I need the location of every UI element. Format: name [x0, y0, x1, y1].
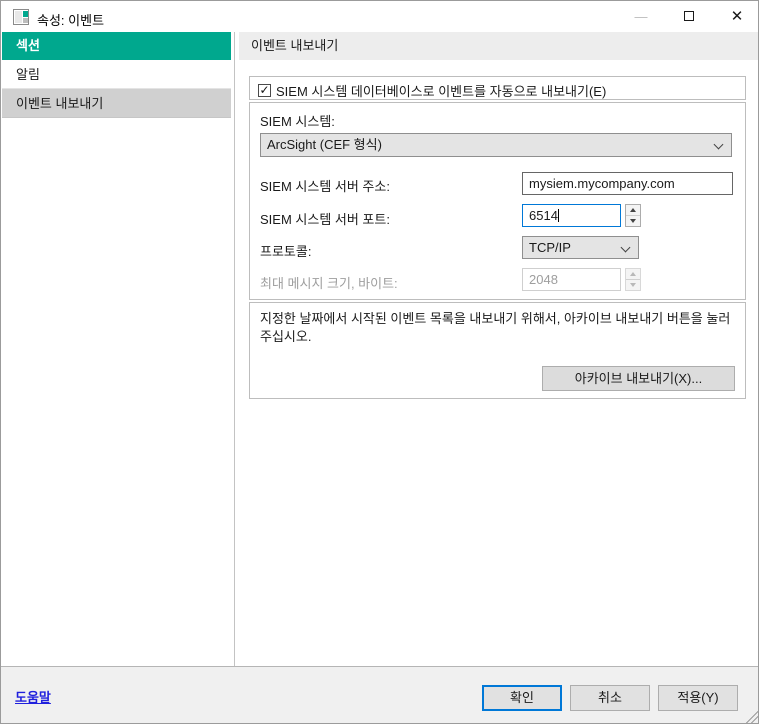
- text-caret: [557, 209, 559, 222]
- auto-export-row[interactable]: ✓ SIEM 시스템 데이터베이스로 이벤트를 자동으로 내보내기(E): [250, 77, 745, 100]
- chevron-down-icon: [620, 242, 631, 253]
- panel-divider: [234, 32, 235, 666]
- spinner-down-icon[interactable]: [626, 216, 640, 226]
- cancel-button[interactable]: 취소: [570, 685, 650, 711]
- server-address-label: SIEM 시스템 서버 주소:: [260, 179, 390, 194]
- max-message-size-input: 2048: [522, 268, 621, 291]
- archive-export-group: 지정한 날짜에서 시작된 이벤트 목록을 내보내기 위해서, 아카이브 내보내기…: [249, 302, 746, 399]
- server-address-input[interactable]: mysiem.mycompany.com: [522, 172, 733, 195]
- sidebar-item-event-export[interactable]: 이벤트 내보내기: [2, 89, 231, 118]
- resize-grip-icon[interactable]: [746, 711, 758, 723]
- sidebar-header: 섹션: [2, 32, 231, 60]
- protocol-value: TCP/IP: [529, 240, 571, 255]
- sidebar-item-alerts[interactable]: 알림: [2, 60, 231, 89]
- close-icon[interactable]: ✕: [715, 1, 758, 32]
- server-port-label: SIEM 시스템 서버 포트:: [260, 212, 390, 227]
- siem-settings-group: SIEM 시스템: ArcSight (CEF 형식) SIEM 시스템 서버 …: [249, 102, 746, 300]
- maximize-icon[interactable]: [667, 1, 711, 32]
- server-address-value: mysiem.mycompany.com: [529, 176, 675, 191]
- spinner-up-icon[interactable]: [626, 205, 640, 215]
- server-port-input[interactable]: 6514: [522, 204, 621, 227]
- archive-export-description: 지정한 날짜에서 시작된 이벤트 목록을 내보내기 위해서, 아카이브 내보내기…: [260, 311, 731, 344]
- siem-system-select[interactable]: ArcSight (CEF 형식): [260, 133, 732, 157]
- auto-export-group: ✓ SIEM 시스템 데이터베이스로 이벤트를 자동으로 내보내기(E): [249, 76, 746, 100]
- server-port-value: 6514: [529, 208, 558, 223]
- siem-system-value: ArcSight (CEF 형식): [267, 137, 382, 152]
- protocol-label: 프로토콜:: [260, 244, 312, 259]
- apply-button[interactable]: 적용(Y): [658, 685, 738, 711]
- sidebar: 섹션 알림 이벤트 내보내기: [2, 32, 231, 666]
- window-title: 속성: 이벤트: [37, 13, 105, 28]
- chevron-down-icon: [713, 139, 724, 150]
- spinner-up-icon: [626, 269, 640, 279]
- siem-system-label: SIEM 시스템:: [260, 114, 335, 129]
- footer: 도움말 확인 취소 적용(Y): [1, 666, 758, 723]
- max-message-size-stepper: [625, 268, 641, 291]
- auto-export-checkbox[interactable]: ✓: [258, 84, 271, 97]
- title-bar[interactable]: 속성: 이벤트 — ✕: [1, 1, 758, 32]
- help-link[interactable]: 도움말: [15, 687, 51, 706]
- max-message-size-label: 최대 메시지 크기, 바이트:: [260, 276, 398, 291]
- archive-export-button[interactable]: 아카이브 내보내기(X)...: [542, 366, 735, 391]
- properties-dialog: 속성: 이벤트 — ✕ 섹션 알림 이벤트 내보내기 이벤트 내보내기 ✓ SI…: [0, 0, 759, 724]
- minimize-icon: —: [634, 9, 648, 24]
- spinner-down-icon: [626, 280, 640, 290]
- auto-export-label: SIEM 시스템 데이터베이스로 이벤트를 자동으로 내보내기(E): [276, 84, 607, 99]
- page-title: 이벤트 내보내기: [239, 32, 758, 60]
- max-message-size-value: 2048: [529, 272, 558, 287]
- app-icon: [13, 9, 29, 25]
- server-port-stepper[interactable]: [625, 204, 641, 227]
- ok-button[interactable]: 확인: [482, 685, 562, 711]
- protocol-select[interactable]: TCP/IP: [522, 236, 639, 259]
